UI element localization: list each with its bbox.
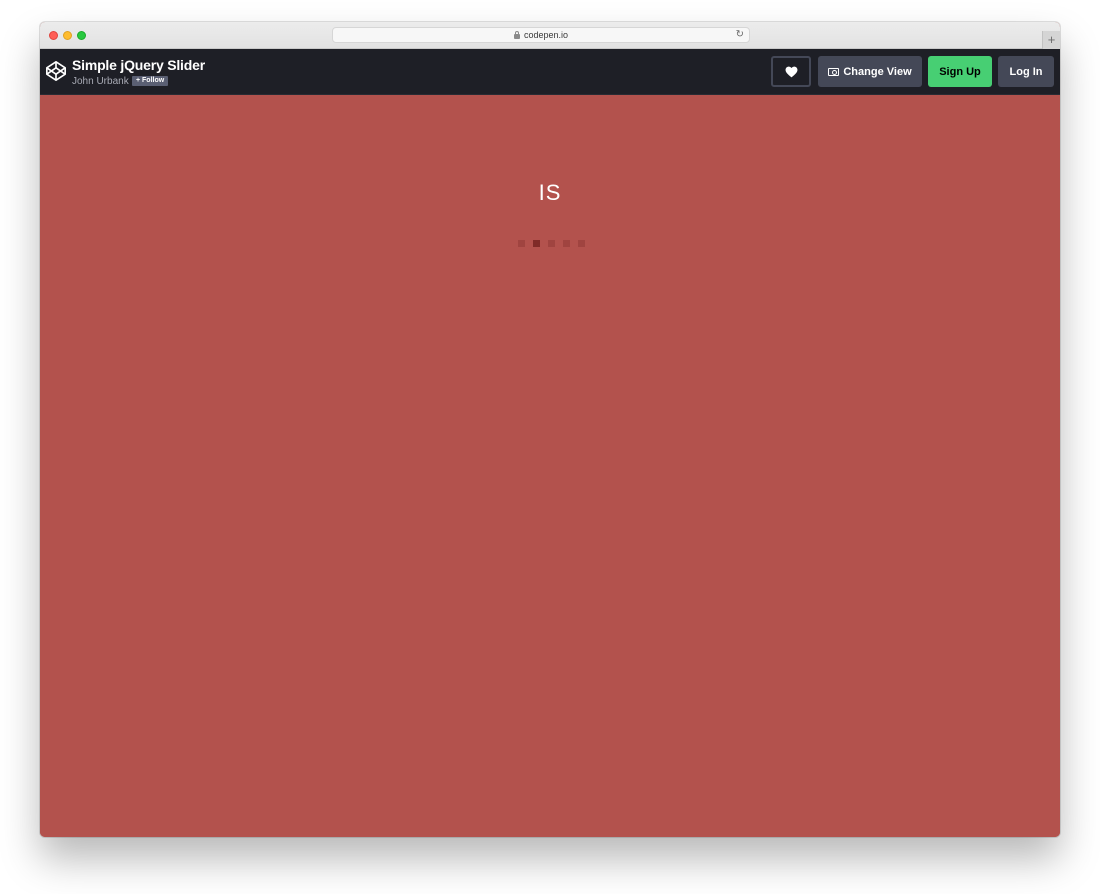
login-button[interactable]: Log In (998, 56, 1054, 87)
new-tab-button[interactable]: + (1042, 31, 1060, 49)
change-view-button[interactable]: Change View (818, 56, 922, 87)
slider-dot-3[interactable] (548, 240, 555, 247)
address-bar-url: codepen.io (523, 30, 569, 40)
change-view-icon (828, 67, 840, 76)
slider-stage: IS (40, 95, 1060, 837)
slider-dots (518, 240, 585, 247)
follow-button[interactable]: + Follow (132, 76, 169, 86)
codepen-logo-icon[interactable] (45, 60, 67, 82)
minimize-window-button[interactable] (63, 31, 72, 40)
slide-text: IS (538, 180, 562, 205)
lock-icon (513, 30, 520, 39)
heart-icon (785, 66, 797, 77)
signup-button[interactable]: Sign Up (928, 56, 992, 87)
author-link[interactable]: John Urbank (72, 76, 129, 87)
change-view-label: Change View (843, 65, 912, 78)
reload-icon[interactable]: ↻ (736, 29, 744, 41)
pen-title: Simple jQuery Slider (72, 57, 205, 73)
browser-titlebar: codepen.io ↻ + (40, 22, 1060, 49)
address-bar[interactable]: codepen.io ↻ (332, 27, 750, 43)
browser-window: codepen.io ↻ + Simple jQuery Slider John… (40, 22, 1060, 837)
slider-dot-2[interactable] (533, 240, 540, 247)
zoom-window-button[interactable] (77, 31, 86, 40)
slider-dot-4[interactable] (563, 240, 570, 247)
codepen-header: Simple jQuery Slider John Urbank + Follo… (40, 49, 1060, 95)
close-window-button[interactable] (49, 31, 58, 40)
heart-button[interactable] (771, 56, 811, 87)
slider-dot-1[interactable] (518, 240, 525, 247)
slider-dot-5[interactable] (578, 240, 585, 247)
